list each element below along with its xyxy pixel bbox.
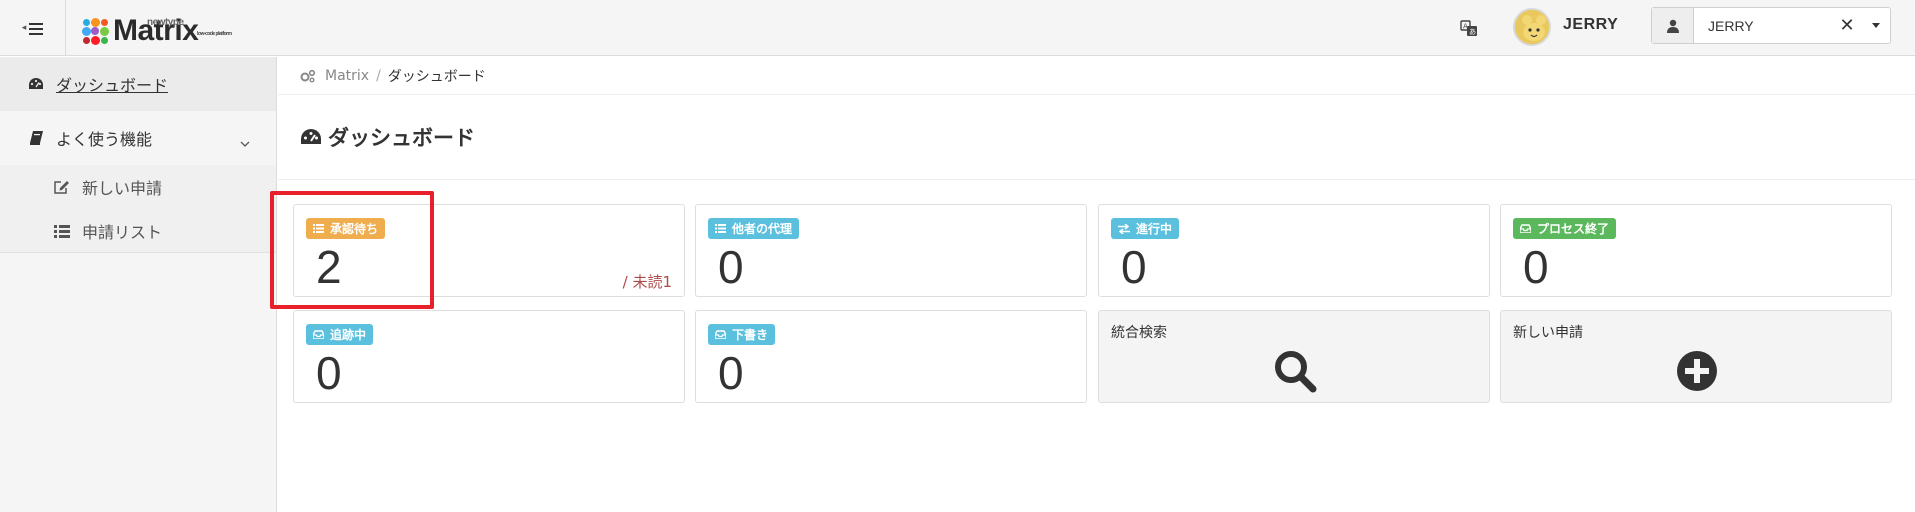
- list-icon: [715, 224, 726, 233]
- user-icon: [1652, 8, 1694, 43]
- sidebar-item-favorites[interactable]: よく使う機能: [0, 111, 276, 165]
- logo-mark-icon: [82, 18, 110, 46]
- card-tracking[interactable]: 追跡中 0: [293, 310, 685, 403]
- menu-toggle-button[interactable]: ◂: [0, 0, 66, 56]
- dashboard-icon: [26, 77, 46, 91]
- card-unified-search[interactable]: 統合検索: [1098, 310, 1490, 403]
- card-new-request[interactable]: 新しい申請: [1500, 310, 1892, 403]
- user-select[interactable]: JERRY ✕: [1651, 7, 1891, 44]
- sidebar-item-request-list[interactable]: 申請リスト: [0, 209, 276, 253]
- badge-label: 承認待ち: [330, 222, 379, 236]
- card-title: 新しい申請: [1513, 325, 1583, 341]
- badge-label: 進行中: [1136, 222, 1173, 236]
- sidebar-item-label: よく使う機能: [56, 130, 153, 149]
- unread-count[interactable]: / 未読1: [623, 271, 672, 292]
- breadcrumb-current: ダッシュボード: [387, 68, 486, 85]
- inbox-icon: [313, 330, 324, 339]
- translate-icon[interactable]: A あ: [1458, 17, 1480, 39]
- page-title: ダッシュボード: [300, 122, 475, 152]
- user-select-value: JERRY: [1708, 17, 1754, 34]
- search-icon: [1271, 347, 1319, 395]
- breadcrumb: Matrix / ダッシュボード: [278, 57, 1915, 95]
- list-icon: [52, 224, 72, 238]
- status-badge: 承認待ち: [306, 218, 386, 239]
- logo-tagline: low-code platform: [197, 31, 232, 37]
- hamburger-icon: [29, 16, 44, 40]
- sidebar-item-label: ダッシュボード: [56, 76, 169, 95]
- sidebar-item-label: 申請リスト: [82, 223, 163, 242]
- status-badge: 追跡中: [306, 324, 374, 345]
- badge-label: 追跡中: [330, 328, 367, 342]
- card-pending-approval[interactable]: 承認待ち 2 / 未読1: [293, 204, 685, 297]
- divider: [278, 179, 1915, 180]
- sidebar: ダッシュボード よく使う機能 新しい申請 申請リスト: [0, 57, 277, 512]
- chevron-down-icon[interactable]: [1862, 8, 1890, 43]
- chevron-down-icon: [240, 132, 250, 151]
- card-completed[interactable]: プロセス終了 0: [1500, 204, 1892, 297]
- edit-icon: [52, 180, 72, 195]
- plus-circle-icon: [1673, 347, 1721, 395]
- inbox-icon: [1520, 224, 1531, 233]
- logo-small-text: newtype: [147, 17, 184, 28]
- card-count: 0: [1523, 241, 1549, 293]
- sidebar-submenu: 新しい申請 申請リスト: [0, 165, 276, 253]
- status-badge: 下書き: [708, 324, 776, 345]
- sidebar-item-label: 新しい申請: [82, 179, 163, 198]
- breadcrumb-root[interactable]: Matrix: [325, 68, 369, 84]
- card-drafts[interactable]: 下書き 0: [695, 310, 1087, 403]
- app-logo[interactable]: newtype Matrix low-code platform: [82, 10, 232, 46]
- card-count: 2: [316, 241, 342, 293]
- top-header: ◂ newtype Matrix low-code platform A あ J…: [0, 0, 1915, 56]
- status-badge: プロセス終了: [1513, 218, 1617, 239]
- status-badge: 他者の代理: [708, 218, 800, 239]
- caret-left-icon: ◂: [21, 23, 27, 33]
- card-title: 統合検索: [1111, 325, 1167, 341]
- list-icon: [313, 224, 324, 233]
- exchange-icon: [1118, 223, 1130, 234]
- dashboard-icon: [300, 128, 328, 146]
- avatar[interactable]: [1513, 8, 1551, 46]
- breadcrumb-separator: /: [376, 67, 381, 84]
- badge-label: 下書き: [732, 328, 769, 342]
- sidebar-item-new-request[interactable]: 新しい申請: [0, 165, 276, 209]
- card-count: 0: [1121, 241, 1147, 293]
- card-count: 0: [718, 347, 744, 399]
- badge-label: プロセス終了: [1537, 222, 1610, 236]
- card-count: 0: [718, 241, 744, 293]
- clear-icon[interactable]: ✕: [1832, 8, 1862, 43]
- card-count: 0: [316, 347, 342, 399]
- card-delegated[interactable]: 他者の代理 0: [695, 204, 1087, 297]
- inbox-icon: [715, 330, 726, 339]
- card-in-progress[interactable]: 進行中 0: [1098, 204, 1490, 297]
- cogs-icon: [300, 69, 316, 83]
- svg-text:あ: あ: [1469, 28, 1476, 36]
- book-icon: [26, 131, 46, 145]
- badge-label: 他者の代理: [732, 222, 793, 236]
- status-badge: 進行中: [1111, 218, 1180, 239]
- sidebar-item-dashboard[interactable]: ダッシュボード: [0, 57, 276, 111]
- page-title-text: ダッシュボード: [328, 126, 475, 150]
- user-name[interactable]: JERRY: [1563, 16, 1618, 34]
